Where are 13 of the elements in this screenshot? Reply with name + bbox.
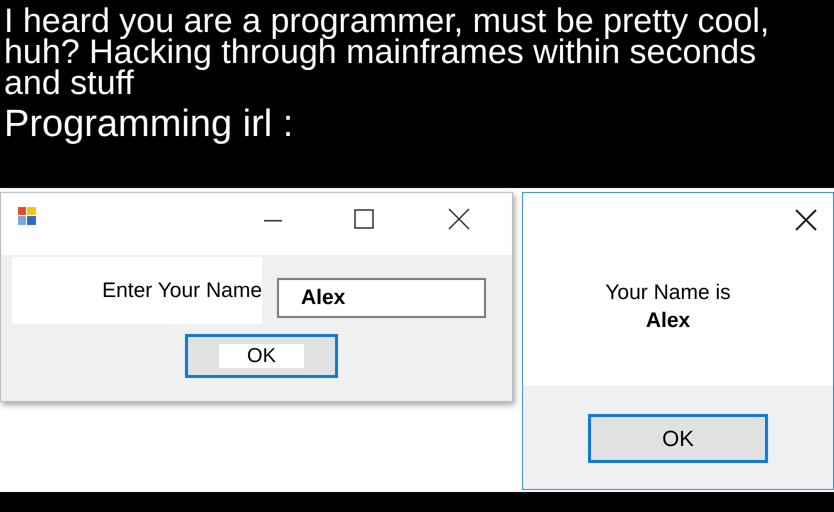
message-text: Your Name is [605,281,731,305]
ok-button[interactable]: OK [185,334,338,378]
name-text: Alex [646,309,690,333]
name-input[interactable]: Alex [277,278,486,318]
caption-text: Programming irl : [4,103,294,145]
ok-button[interactable]: OK [588,414,768,463]
close-icon[interactable] [448,208,470,230]
minimize-icon[interactable] [264,220,282,222]
name-label: Enter Your Name [102,278,262,302]
caption-text: I heard you are a programmer, must be pretty cool, huh? Hacking through mainframes within seconds and stuff [4,6,770,99]
maximize-icon[interactable] [354,209,374,229]
close-icon[interactable] [795,209,817,231]
app-icon [18,207,36,225]
